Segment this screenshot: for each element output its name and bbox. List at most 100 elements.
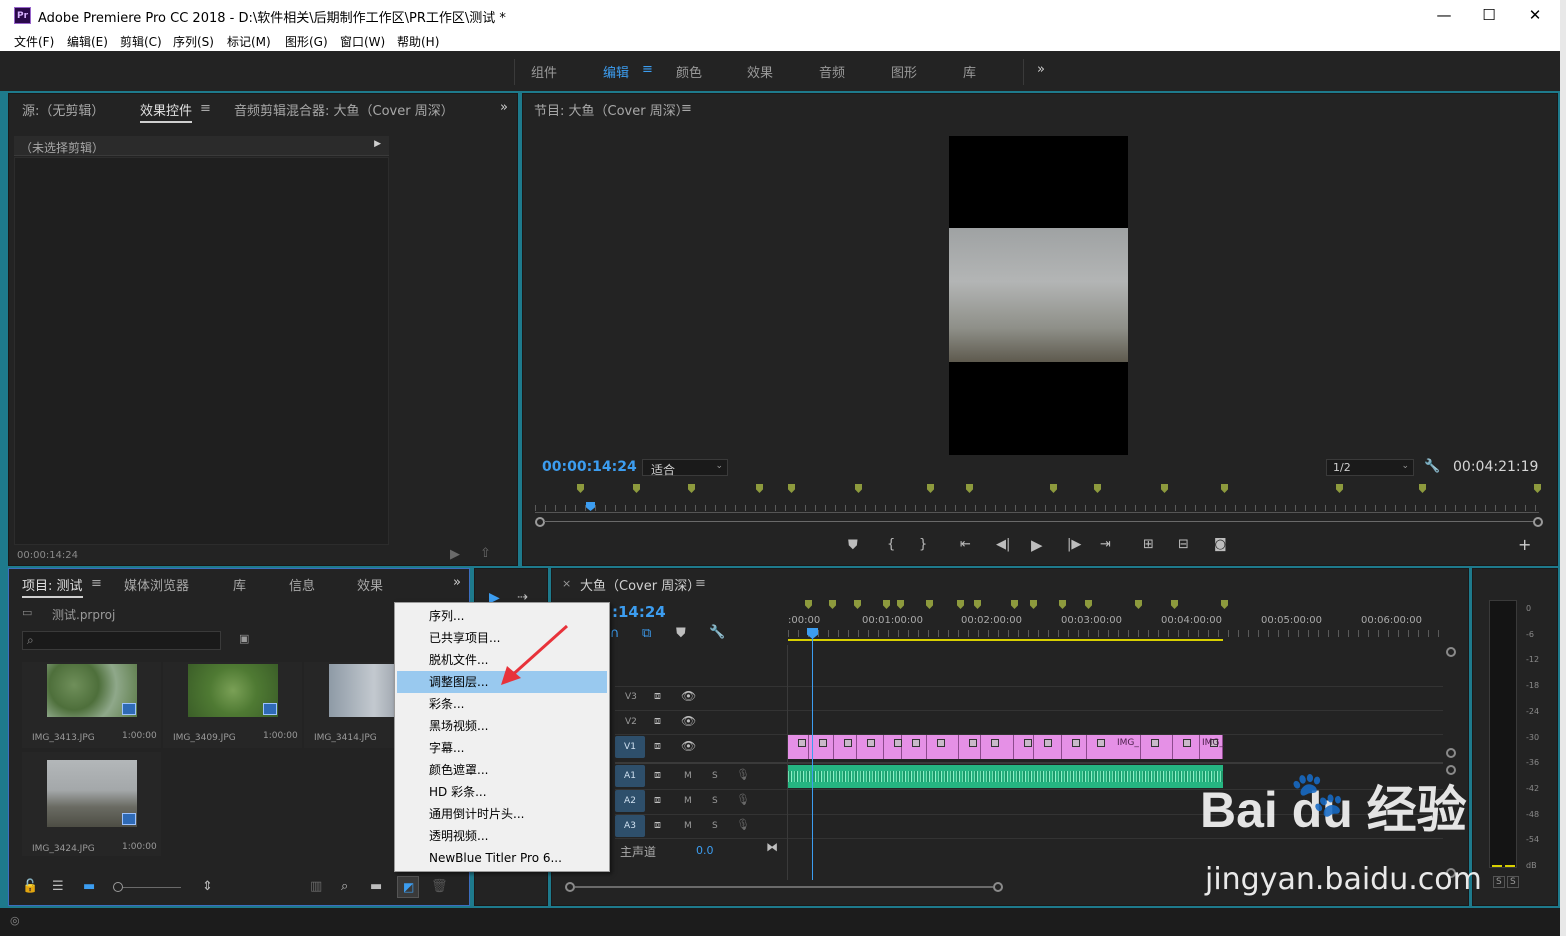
workspace-more-icon[interactable]: » [1037,62,1045,77]
project-item[interactable]: IMG_3414.JPG [304,662,394,748]
workspace-effects[interactable]: 效果 [747,62,773,81]
track-target-a2[interactable]: A2 [615,790,645,812]
video-clip[interactable] [1173,735,1200,759]
linked-selection-icon[interactable]: ⧉ [642,626,651,641]
list-view-icon[interactable]: ☰ [52,879,64,894]
workspace-menu-icon[interactable]: ≡ [642,62,653,77]
project-item[interactable]: IMG_3413.JPG 1:00:00 [22,662,161,748]
go-to-in-icon[interactable]: ⇤ [960,537,971,552]
expand-arrow-icon[interactable]: ▶ [374,139,381,149]
export-frame-camera-icon[interactable]: ◙ [1214,537,1227,552]
panel-more-icon[interactable]: » [500,100,508,115]
find-icon[interactable]: ⌕ [341,879,348,894]
sort-icon[interactable]: ⇕ [202,879,213,894]
tab-menu-icon[interactable]: ≡ [200,101,211,116]
workspace-editing[interactable]: 编辑 [603,62,629,81]
new-bin-folder-icon[interactable]: ▬ [370,879,382,894]
resolution-dropdown[interactable]: 1/2 ⌄ [1326,459,1414,476]
tab-info[interactable]: 信息 [289,575,315,594]
eye-icon[interactable]: 👁 [681,714,696,728]
lift-icon[interactable]: ⊞ [1143,537,1154,552]
solo-button[interactable]: S [712,796,718,806]
sequence-menu-icon[interactable]: ≡ [695,576,706,591]
menu-item-hd-bars[interactable]: HD 彩条... [397,781,607,803]
workspace-audio[interactable]: 音频 [819,62,845,81]
program-menu-icon[interactable]: ≡ [681,101,692,116]
tab-libraries[interactable]: 库 [233,575,246,594]
tab-project[interactable]: 项目: 测试 [22,575,83,598]
automate-icon[interactable]: ▥ [310,879,322,894]
timeline-add-marker-icon[interactable]: ⛊ [676,626,686,641]
workspace-graphics[interactable]: 图形 [891,62,917,81]
master-volume-value[interactable]: 0.0 [696,844,714,857]
h-scrollbar[interactable] [575,886,993,888]
new-item-button[interactable]: ◩ [397,876,419,898]
snap-icon[interactable]: ∩ [610,626,620,641]
zoom-handle-right[interactable] [1533,517,1543,527]
go-to-out-icon[interactable]: ⇥ [1100,537,1111,552]
maximize-button[interactable]: ☐ [1469,4,1509,26]
menu-edit[interactable]: 编辑(E) [67,33,108,50]
menu-item-captions[interactable]: 字幕... [397,737,607,759]
menu-window[interactable]: 窗口(W) [340,33,385,50]
meter-solo-left[interactable]: S [1493,876,1505,888]
trash-icon[interactable]: 🗑 [431,879,448,894]
video-clip[interactable] [927,735,959,759]
add-button-icon[interactable]: + [1518,535,1531,554]
toggle-sync-lock-icon[interactable]: ⧈ [654,739,661,753]
eye-icon[interactable]: 👁 [681,739,696,753]
close-sequence-icon[interactable]: × [562,577,571,590]
tab-audio-clip-mixer[interactable]: 音频剪辑混合器: 大鱼（Cover 周深） [234,100,454,119]
go-to-end-icon[interactable]: ⧓ [766,840,778,854]
playhead-timecode[interactable]: 00:00:14:24 [542,459,637,475]
v-scroll-handle[interactable] [1446,647,1456,657]
filter-play-icon[interactable]: ▶ [450,547,460,562]
video-clip[interactable] [884,735,902,759]
video-clip[interactable] [857,735,884,759]
video-clip[interactable] [834,735,857,759]
video-clip[interactable] [1062,735,1087,759]
menu-item-newblue-titler[interactable]: NewBlue Titler Pro 6... [397,847,607,869]
audio-clip[interactable] [788,765,1223,788]
workspace-libraries[interactable]: 库 [963,62,976,81]
export-icon[interactable]: ⇧ [480,546,491,561]
minimize-button[interactable]: — [1424,4,1464,26]
play-icon[interactable]: ▶ [1031,536,1043,554]
new-search-bin-icon[interactable]: ▣ [239,632,249,645]
mute-button[interactable]: M [684,796,692,806]
wrench-icon[interactable]: 🔧 [1424,459,1440,474]
toggle-sync-lock-icon[interactable]: ⧈ [654,818,661,832]
video-clip[interactable] [1034,735,1062,759]
microphone-icon[interactable]: 🎙 [736,818,750,831]
menu-marker[interactable]: 标记(M) [227,33,271,50]
timeline-settings-wrench-icon[interactable]: 🔧 [709,625,725,640]
workspace-assembly[interactable]: 组件 [531,62,557,81]
microphone-icon[interactable]: 🎙 [736,793,750,806]
tab-effect-controls[interactable]: 效果控件 [140,100,193,123]
toggle-sync-lock-icon[interactable]: ⧈ [654,768,661,782]
video-clip[interactable] [1014,735,1034,759]
project-item[interactable]: IMG_3409.JPG 1:00:00 [163,662,302,748]
mute-button[interactable]: M [684,771,692,781]
video-clip[interactable] [981,735,1014,759]
mark-out-icon[interactable]: } [919,537,927,552]
timeline-playhead-line[interactable] [812,630,813,880]
h-scroll-handle-right[interactable] [993,882,1003,892]
zoom-scrollbar[interactable] [544,521,1534,522]
tab-effects[interactable]: 效果 [357,575,383,594]
creative-cloud-icon[interactable]: ◎ [10,914,20,927]
menu-item-black-video[interactable]: 黑场视频... [397,715,607,737]
project-menu-icon[interactable]: ≡ [91,576,102,591]
sequence-tab[interactable]: 大鱼（Cover 周深） [580,575,700,594]
eye-icon[interactable]: 👁 [681,689,696,703]
step-forward-icon[interactable]: |▶ [1067,537,1081,552]
toggle-sync-lock-icon[interactable]: ⧈ [654,793,661,807]
video-clip[interactable] [959,735,981,759]
video-clip[interactable] [1141,735,1173,759]
close-button[interactable]: ✕ [1515,4,1555,26]
toggle-sync-lock-icon[interactable]: ⧈ [654,689,661,703]
menu-graphics[interactable]: 图形(G) [285,33,328,50]
zoom-slider-handle[interactable] [113,882,123,892]
tab-source[interactable]: 源:（无剪辑） [22,100,104,119]
mark-in-icon[interactable]: { [887,537,895,552]
